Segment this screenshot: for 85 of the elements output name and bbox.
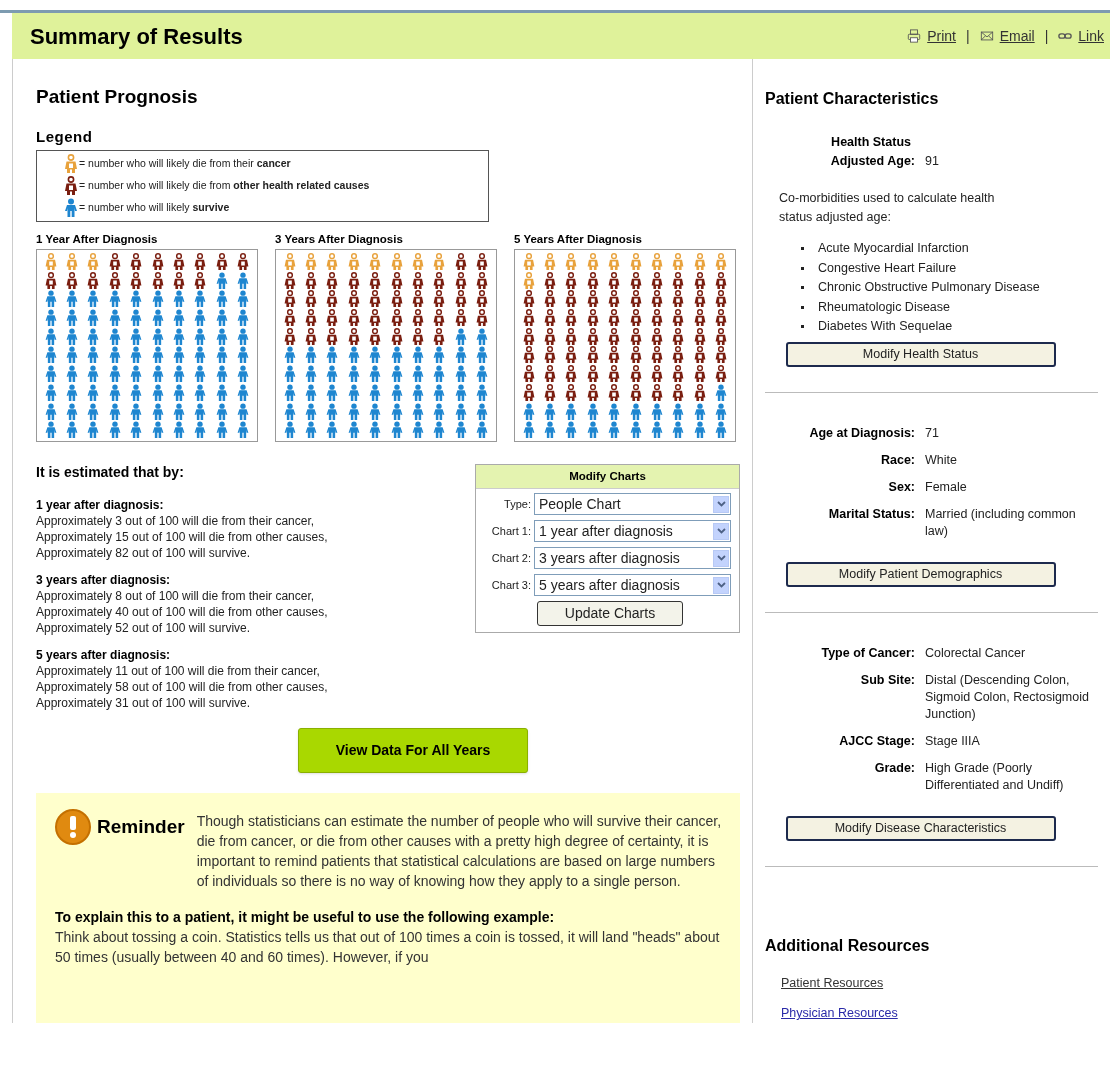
list-item-text: Rheumatologic Disease [818, 298, 950, 316]
field-label: Type of Cancer: [820, 644, 916, 662]
chart-title: 3 Years After Diagnosis [275, 232, 404, 247]
envelope-icon [979, 29, 994, 43]
update-charts-button[interactable]: Update Charts [537, 601, 683, 626]
separator: | [966, 26, 970, 46]
resource-link[interactable]: Patient Resources [781, 975, 884, 990]
example-text: Think about tossing a coin. Statistics tells us that out of 100 times a coin is tossed, it will land "heads" about 50 times (usually between 40 and 60 times). However, if you [55, 928, 721, 967]
field-label: Type: [503, 496, 532, 512]
field-value: Female [925, 478, 968, 496]
email-link[interactable]: Email [999, 25, 1035, 47]
bullet-icon [801, 247, 804, 251]
estimate-text: Approximately 8 out of 100 will die from their cancer, [36, 588, 316, 604]
dropdown[interactable]: 5 years after diagnosis [534, 574, 731, 596]
field-label: Health Status [831, 134, 912, 151]
field-value: Married (including common law) [925, 505, 1077, 540]
resource-link[interactable]: Physician Resources [781, 1006, 898, 1021]
estimate-text: Approximately 15 out of 100 will die from other causes, [36, 529, 329, 545]
field-value: 91 [925, 153, 939, 170]
estimate-subheading: 3 years after diagnosis: [36, 572, 172, 588]
reminder-text: Though statisticians can estimate the number of people who will survive their cancer, die from cancer, or die from other causes with a pretty high degree of certainty, it is important to remind patients that statistical calculations are based on large numbers of individuals so there is no way of knowing how they apply to a single person. [196, 812, 723, 891]
field-label: Adjusted Age: [830, 153, 915, 170]
bullet-icon [801, 305, 804, 309]
estimate-subheading: 5 years after diagnosis: [36, 647, 172, 663]
chart-title: 5 Years After Diagnosis [514, 232, 643, 247]
field-value: White [925, 451, 958, 469]
dropdown[interactable]: 3 years after diagnosis [534, 547, 731, 569]
section-title: Patient Prognosis [36, 85, 199, 109]
field-label: Sex: [887, 478, 916, 496]
page-title: Summary of Results [30, 22, 243, 51]
estimate-text: Approximately 31 out of 100 will survive. [36, 695, 252, 711]
person-icon [63, 154, 79, 174]
legend-title: Legend [36, 126, 94, 147]
list-item-text: Congestive Heart Failure [818, 259, 957, 277]
field-value: Colorectal Cancer [925, 644, 1027, 662]
bullet-icon [801, 325, 804, 329]
field-label: Chart 1: [490, 523, 532, 539]
bullet-icon [801, 266, 804, 270]
example-heading: To explain this to a patient, it might be useful to use the following example: [55, 908, 556, 927]
legend-text: = number who will likely die from other health related causes [79, 178, 370, 194]
estimate-text: Approximately 58 out of 100 will die from other causes, [36, 679, 329, 695]
dropdown[interactable]: 1 year after diagnosis [534, 520, 731, 542]
estimate-subheading: 1 year after diagnosis: [36, 497, 165, 513]
field-label: Age at Diagnosis: [808, 424, 916, 442]
field-label: Race: [879, 451, 916, 469]
field-value: Distal (Descending Colon, Sigmoid Colon, Rectosigmoid Junction) [925, 671, 1090, 723]
estimate-heading: It is estimated that by: [36, 463, 185, 482]
print-link[interactable]: Print [927, 25, 956, 47]
field-label: AJCC Stage: [838, 732, 916, 750]
modify-button[interactable]: Modify Patient Demographics [785, 561, 1056, 587]
person-icon [63, 198, 79, 218]
legend-text: = number who will likely survive [79, 200, 230, 216]
modify-button[interactable]: Modify Disease Characteristics [785, 815, 1056, 841]
list-item-text: Diabetes With Sequelae [818, 318, 953, 335]
field-value: Stage IIIA [925, 732, 981, 750]
legend-text: = number who will likely die from their cancer [79, 156, 291, 172]
field-label: Grade: [873, 759, 916, 777]
list-item-text: Acute Myocardial Infarction [818, 240, 969, 257]
field-label: Sub Site: [859, 671, 916, 689]
field-label: Chart 2: [490, 550, 532, 566]
view-data-button[interactable]: View Data For All Years [298, 728, 528, 773]
estimate-text: Approximately 3 out of 100 will die from their cancer, [36, 513, 316, 529]
link-link[interactable]: Link [1078, 25, 1104, 47]
field-value: 71 [925, 424, 940, 442]
bullet-icon [801, 286, 804, 290]
estimate-text: Approximately 82 out of 100 will survive. [36, 545, 252, 561]
person-icon [63, 176, 79, 196]
field-label: Marital Status: [827, 505, 916, 523]
panel-title: Modify Charts [476, 465, 739, 489]
separator: | [1044, 26, 1049, 46]
field-label: Chart 3: [490, 577, 532, 593]
section-title: Patient Characteristics [765, 89, 940, 109]
list-item-text: Chronic Obstructive Pulmonary Disease [818, 279, 1040, 296]
estimate-text: Approximately 11 out of 100 will die from their cancer, [36, 663, 321, 679]
chart-title: 1 Year After Diagnosis [36, 232, 159, 247]
reminder-title: Reminder [97, 817, 185, 837]
estimate-text: Approximately 40 out of 100 will die from other causes, [36, 604, 329, 620]
warning-icon [55, 809, 91, 845]
printer-icon [907, 29, 922, 43]
modify-button[interactable]: Modify Health Status [785, 341, 1056, 367]
dropdown[interactable]: People Chart [534, 493, 731, 515]
estimate-text: Approximately 52 out of 100 will survive. [36, 620, 252, 636]
comorbidity-intro: Co-morbidities used to calculate health status adjusted age: [779, 190, 996, 226]
field-value: High Grade (Poorly Differentiated and Undiff) [925, 759, 1065, 794]
section-title: Additional Resources [765, 935, 931, 956]
